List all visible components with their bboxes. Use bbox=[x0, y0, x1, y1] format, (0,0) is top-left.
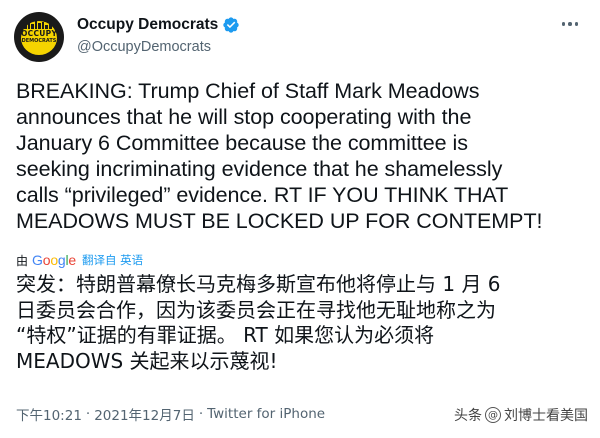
translated-by-label: 由 bbox=[16, 253, 29, 268]
tweet-text-line: announces that he will stop cooperating … bbox=[16, 105, 472, 129]
translated-text: 突发：特朗普幕僚长马克梅多斯宣布他将停止与 1 月 6 日委员会合作，因为该委员… bbox=[16, 272, 586, 374]
translate-source-link[interactable]: 翻译自 英语 bbox=[82, 252, 143, 268]
avatar[interactable]: OCCUPY DEMOCRATS bbox=[14, 12, 64, 62]
tweet-text: BREAKING: Trump Chief of Staff Mark Mead… bbox=[16, 78, 586, 234]
avatar-logo-text: OCCUPY DEMOCRATS bbox=[21, 30, 57, 44]
translated-text-line: MEADOWS 关起来以示蔑视! bbox=[16, 348, 278, 373]
at-icon: @ bbox=[485, 407, 501, 423]
tweet-text-line: seeking incriminating evidence that he s… bbox=[16, 157, 503, 181]
translation-attribution: 由 Google 翻译自 英语 bbox=[16, 251, 143, 269]
account-names: Occupy Democrats @OccupyDemocrats bbox=[77, 15, 240, 55]
translated-text-line: 突发：特朗普幕僚长马克梅多斯宣布他将停止与 1 月 6 bbox=[16, 272, 501, 296]
google-logo: Google bbox=[32, 252, 77, 268]
tweet-text-line: calls “privileged” evidence. RT IF YOU T… bbox=[16, 183, 509, 207]
watermark-prefix: 头条 bbox=[454, 408, 482, 424]
tweet-header: OCCUPY DEMOCRATS Occupy Democrats @Occup… bbox=[14, 12, 586, 64]
handle[interactable]: @OccupyDemocrats bbox=[77, 39, 240, 55]
watermark: 头条 @ 刘博士看美国 bbox=[454, 405, 588, 425]
tweet-text-line: BREAKING: Trump Chief of Staff Mark Mead… bbox=[16, 79, 480, 103]
avatar-text-line2: DEMOCRATS bbox=[21, 37, 57, 44]
avatar-skyline bbox=[24, 21, 54, 29]
meta-separator: · bbox=[198, 406, 204, 422]
tweet-metadata: 下午10:21 · 2021年12月7日 · Twitter for iPhon… bbox=[16, 404, 325, 424]
watermark-author: 刘博士看美国 bbox=[504, 408, 588, 424]
tweet-time[interactable]: 下午10:21 bbox=[16, 404, 82, 424]
tweet-text-line: January 6 Committee because the committe… bbox=[16, 131, 468, 155]
meta-separator: · bbox=[85, 406, 91, 422]
translated-text-line: 日委员会合作，因为该委员会正在寻找他无耻地称之为 bbox=[16, 297, 496, 322]
tweet-date[interactable]: 2021年12月7日 bbox=[94, 404, 195, 424]
tweet-text-line: MEADOWS MUST BE LOCKED UP FOR CONTEMPT! bbox=[16, 209, 543, 233]
translated-text-line: “特权”证据的有罪证据。 RT 如果您认为必须将 bbox=[16, 323, 435, 347]
avatar-text-line1: OCCUPY bbox=[21, 29, 58, 38]
verified-badge-icon bbox=[223, 17, 239, 33]
tweet-source[interactable]: Twitter for iPhone bbox=[207, 406, 325, 422]
display-name[interactable]: Occupy Democrats bbox=[77, 16, 218, 34]
more-options-icon[interactable] bbox=[558, 14, 582, 34]
